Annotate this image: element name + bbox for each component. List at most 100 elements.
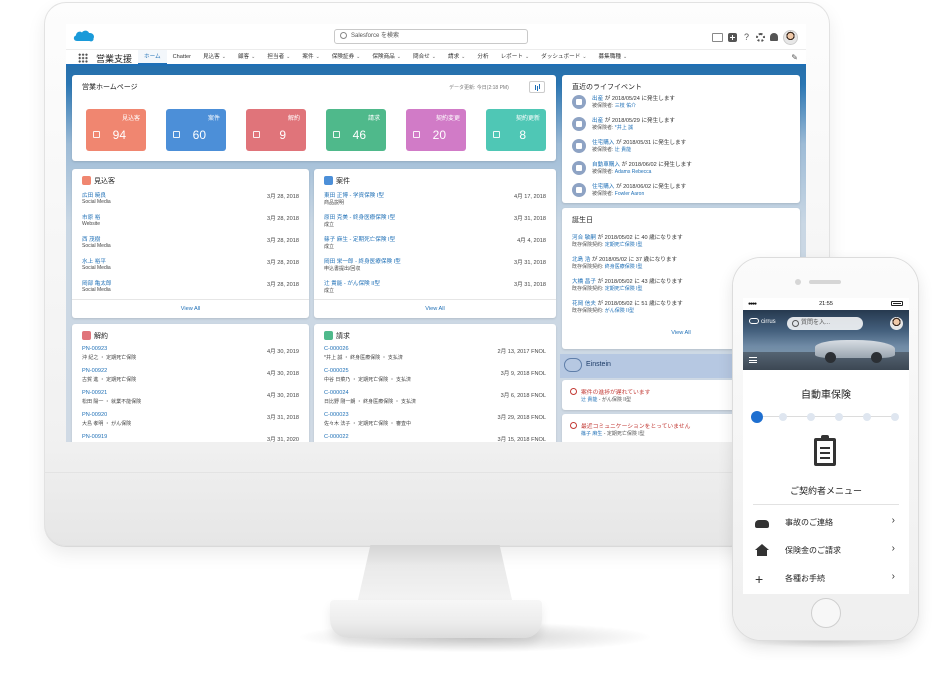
record-link[interactable]: 水上 裕平: [82, 257, 106, 265]
chevron-down-icon[interactable]: ⌄: [222, 54, 226, 60]
hamburger-menu-icon[interactable]: [749, 357, 757, 363]
brand-logo[interactable]: cirrus: [749, 318, 776, 325]
nav-tab[interactable]: 顧客 ⌄: [232, 50, 261, 65]
alert-title[interactable]: 案件の進捗が遅れています: [581, 387, 650, 396]
chevron-down-icon[interactable]: ⌄: [251, 54, 255, 60]
birthdays-card-title: 誕生日: [572, 217, 593, 224]
edit-nav-pencil-icon[interactable]: ✎: [791, 53, 798, 62]
insured-person-link[interactable]: Adams Rebecca: [615, 169, 652, 175]
insured-person-link[interactable]: Fowler Aaron: [615, 191, 644, 197]
nav-tab[interactable]: 保険証券 ⌄: [326, 50, 367, 65]
nav-tab[interactable]: ホーム: [138, 50, 167, 65]
nav-tab[interactable]: 担当者 ⌄: [261, 50, 296, 65]
nav-tab[interactable]: 分析: [471, 50, 494, 65]
alert-person-link[interactable]: 篠子 麻生: [581, 431, 602, 437]
nav-tab[interactable]: 保険商品 ⌄: [366, 50, 407, 65]
record-subtitle: 成立: [324, 288, 335, 294]
record-link[interactable]: PN-00921: [82, 390, 107, 396]
nav-tab[interactable]: ダッシュボード ⌄: [535, 50, 592, 65]
nav-tab[interactable]: 見込客 ⌄: [197, 50, 232, 65]
nav-tab[interactable]: 問合せ ⌄: [407, 50, 442, 65]
record-link[interactable]: PN-00920: [82, 412, 107, 418]
chevron-down-icon[interactable]: ⌄: [397, 54, 401, 60]
kpi-tile[interactable]: 案件 60: [166, 109, 226, 151]
list-item: 西 茂樹 Social Media 3月 28, 2018: [82, 235, 299, 257]
record-link[interactable]: C-000025: [324, 368, 349, 374]
dashboard-chart-icon[interactable]: [529, 81, 545, 93]
user-avatar[interactable]: [783, 29, 798, 45]
policy-link[interactable]: 終身医療保険 I型: [605, 264, 643, 270]
salesforce-cloud-logo-icon[interactable]: [72, 28, 96, 44]
chevron-down-icon[interactable]: ⌄: [582, 54, 586, 60]
leads-view-all-link[interactable]: View All: [72, 299, 309, 312]
nav-tab[interactable]: レポート ⌄: [495, 50, 536, 65]
setup-gear-icon[interactable]: [756, 32, 765, 42]
app-launcher-icon[interactable]: [78, 53, 88, 63]
kpi-tile-value: 94: [112, 128, 126, 142]
phone-user-avatar[interactable]: [890, 317, 903, 330]
record-link[interactable]: 東田 正博 - 学資保険 I型: [324, 191, 384, 199]
kpi-tile[interactable]: 解約 9: [246, 109, 306, 151]
nav-tab[interactable]: Chatter: [167, 50, 197, 65]
policyholder-menu-item[interactable]: 保険金のご請求 ›: [743, 538, 909, 565]
chevron-down-icon[interactable]: ⌄: [525, 54, 529, 60]
claims-list: C-000026 *井上 誠 ・ 終身医療保険 ・ 支払済 2月 13, 2017 …: [324, 346, 546, 442]
record-link[interactable]: C-000026: [324, 346, 349, 352]
kpi-tile-value: 9: [279, 128, 286, 142]
opportunities-card-title: 案件: [336, 178, 350, 185]
kpi-tile[interactable]: 見込客 94: [86, 109, 146, 151]
kpi-tile[interactable]: 契約変更 20: [406, 109, 466, 151]
record-date: 4月 30, 2018: [266, 371, 299, 377]
nav-tab[interactable]: 募集職種 ⌄: [593, 50, 634, 65]
phone-home-button[interactable]: [811, 598, 841, 628]
kpi-tile[interactable]: 契約更新 8: [486, 109, 546, 151]
record-link[interactable]: 岡部 亀太郎: [82, 279, 112, 287]
chevron-down-icon[interactable]: ⌄: [356, 54, 360, 60]
insured-person-link[interactable]: 辻 貴能: [615, 147, 631, 153]
opportunities-view-all-link[interactable]: View All: [314, 299, 556, 312]
favorites-icon[interactable]: [712, 32, 723, 42]
list-item: 篠子 麻生 - 定期死亡保険 I型 成立 4月 4, 2018: [324, 235, 546, 257]
record-subtitle: Social Media: [82, 287, 111, 293]
chevron-down-icon[interactable]: ⌄: [286, 54, 290, 60]
policy-link[interactable]: 定期死亡保険 I型: [605, 286, 643, 292]
policy-link[interactable]: 定期死亡保険 I型: [605, 242, 643, 248]
notifications-bell-icon[interactable]: [770, 33, 778, 41]
record-link[interactable]: 市原 裕: [82, 213, 100, 221]
record-link[interactable]: PN-00923: [82, 346, 107, 352]
record-date: 3月 28, 2018: [266, 260, 299, 266]
chevron-down-icon[interactable]: ⌄: [623, 54, 627, 60]
alert-title[interactable]: 最近コミュニケーションをとっていません: [581, 421, 690, 430]
record-link[interactable]: PN-00919: [82, 434, 107, 440]
chevron-down-icon[interactable]: ⌄: [461, 54, 465, 60]
insured-person-link[interactable]: *井上 誠: [615, 125, 633, 131]
record-link[interactable]: C-000024: [324, 390, 349, 396]
record-subtitle: 松田 陽一 ・ 就業不能保険: [82, 399, 142, 405]
record-link[interactable]: 辻 貴能 - がん保険 II型: [324, 279, 380, 287]
phone-search-input[interactable]: 質問を入...: [787, 317, 863, 330]
record-link[interactable]: C-000023: [324, 412, 349, 418]
record-link[interactable]: 篠子 麻生 - 定期死亡保険 I型: [324, 235, 395, 243]
chevron-down-icon[interactable]: ⌄: [316, 54, 320, 60]
record-link[interactable]: 広田 暁良: [82, 191, 106, 199]
policyholder-menu-item[interactable]: + 各種お手続 ›: [743, 566, 909, 593]
record-link[interactable]: PN-00922: [82, 368, 107, 374]
chevron-down-icon[interactable]: ⌄: [432, 54, 436, 60]
record-link[interactable]: 西 茂樹: [82, 235, 100, 243]
insured-person-link[interactable]: 三枝 佑介: [615, 103, 636, 109]
nav-tab[interactable]: 案件 ⌄: [296, 50, 325, 65]
kpi-tile-value: 8: [519, 128, 526, 142]
help-icon[interactable]: ?: [742, 32, 751, 42]
status-time: 21:55: [819, 301, 833, 307]
alert-person-link[interactable]: 辻 貴能: [581, 397, 597, 403]
global-actions-icon[interactable]: [728, 32, 737, 42]
policyholder-menu-item[interactable]: 事故のご連絡 ›: [743, 510, 909, 537]
global-search-input[interactable]: Salesforce を検索: [334, 29, 528, 44]
kpi-tile[interactable]: 請求 46: [326, 109, 386, 151]
record-subtitle: 商品説明: [324, 200, 345, 206]
record-link[interactable]: C-000022: [324, 434, 349, 440]
record-link[interactable]: 岡田 栄一郎 - 終身医療保険 I型: [324, 257, 401, 265]
nav-tab[interactable]: 請求 ⌄: [442, 50, 471, 65]
policy-link[interactable]: がん保険 II型: [605, 308, 634, 314]
record-link[interactable]: 原田 克美 - 終身医療保険 I型: [324, 213, 395, 221]
